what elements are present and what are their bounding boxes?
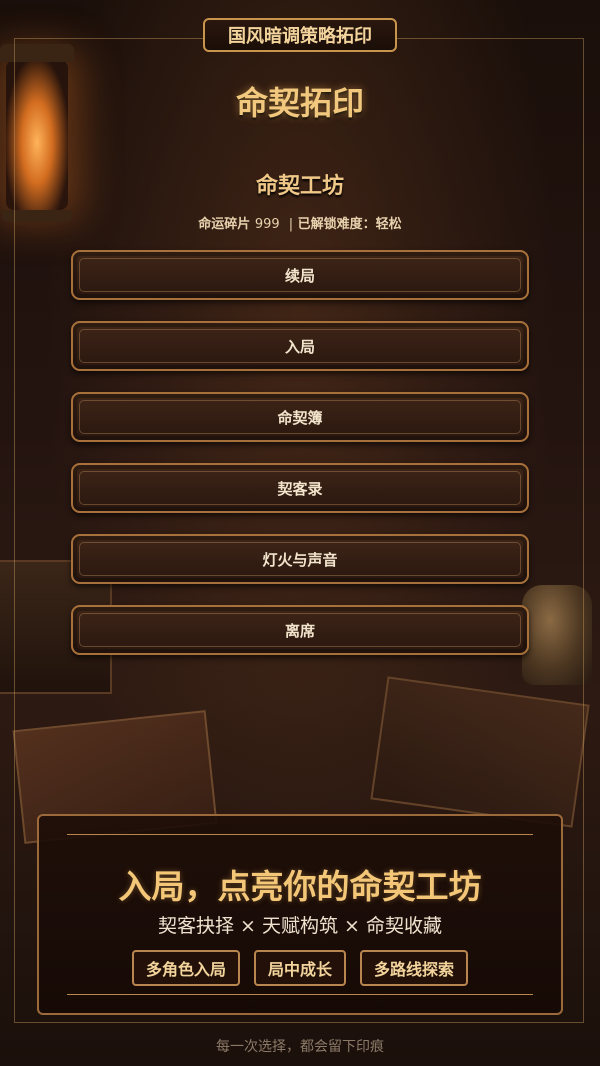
difficulty-label: 已解锁难度：: [297, 217, 376, 232]
style-badge: 国风暗调策略拓印: [203, 18, 397, 52]
contract-book-button-label: 命契簿: [277, 408, 323, 427]
continue-button-label: 续局: [284, 266, 315, 285]
light-sound-settings-button[interactable]: 灯火与声音: [71, 534, 529, 584]
exit-button-label: 离席: [284, 621, 315, 640]
continue-button[interactable]: 续局: [71, 250, 529, 300]
fragments-label: 命运碎片: [198, 217, 251, 232]
tag-multi-character: 多角色入局: [131, 950, 240, 986]
promo-tags: 多角色入局 局中成长 多路线探索: [39, 950, 561, 986]
stats-line: 命运碎片 999 | 已解锁难度：轻松: [0, 213, 600, 232]
exit-button[interactable]: 离席: [71, 605, 529, 655]
light-sound-settings-button-label: 灯火与声音: [262, 550, 338, 569]
promo-headline: 入局，点亮你的命契工坊: [118, 867, 482, 906]
enter-game-button-label: 入局: [284, 337, 315, 356]
promo-tagline: 契客抉择 × 天赋构筑 × 命契收藏: [158, 915, 442, 937]
style-badge-label: 国风暗调策略拓印: [228, 26, 372, 47]
footer-text: 每一次选择，都会留下印痕: [216, 1039, 384, 1055]
promo-divider-top: [67, 834, 533, 835]
contract-book-button[interactable]: 命契簿: [71, 392, 529, 442]
difficulty-value: 轻松: [375, 217, 402, 232]
tag-in-game-growth: 局中成长: [253, 950, 346, 986]
guest-record-button-label: 契客录: [277, 479, 323, 498]
promo-panel: 入局，点亮你的命契工坊 契客抉择 × 天赋构筑 × 命契收藏 多角色入局 局中成…: [37, 814, 563, 1015]
workshop-title: 命契工坊: [255, 174, 344, 199]
promo-divider-bottom: [67, 994, 533, 995]
stats-separator: |: [288, 217, 294, 232]
page-title: 命契拓印: [235, 84, 364, 122]
fragments-count: 999: [254, 217, 280, 232]
guest-record-button[interactable]: 契客录: [71, 463, 529, 513]
enter-game-button[interactable]: 入局: [71, 321, 529, 371]
tag-multi-route: 多路线探索: [360, 950, 469, 986]
